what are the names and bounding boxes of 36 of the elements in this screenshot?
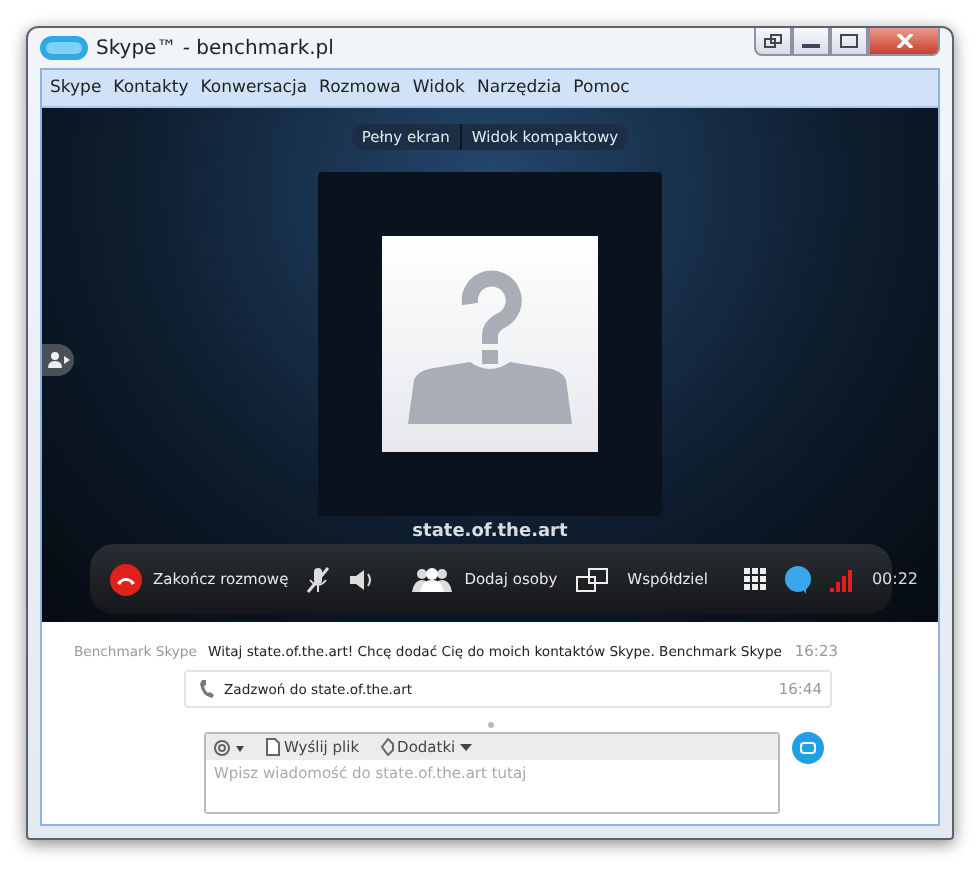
hang-up-icon bbox=[109, 563, 141, 595]
maximize-button[interactable] bbox=[830, 28, 868, 56]
caret-icon bbox=[459, 743, 472, 751]
contact-name: state.of.the.art bbox=[412, 522, 568, 544]
close-button[interactable] bbox=[868, 28, 940, 56]
minimize-button[interactable] bbox=[792, 28, 830, 56]
menu-item[interactable]: Narzędzia bbox=[476, 78, 562, 98]
emoticon-icon bbox=[214, 739, 246, 755]
signal-strength-icon bbox=[829, 567, 854, 591]
window-title: Skype™ - benchmark.pl bbox=[96, 37, 334, 59]
microphone-icon[interactable] bbox=[306, 565, 331, 593]
menu-item[interactable]: Pomoc bbox=[573, 78, 630, 98]
person-icon bbox=[47, 352, 69, 368]
menu-item[interactable]: Konwersacja bbox=[200, 78, 308, 98]
menu-item[interactable]: Rozmowa bbox=[319, 78, 401, 98]
close-icon bbox=[895, 34, 913, 48]
unknown-avatar-icon bbox=[382, 236, 598, 452]
dialpad-icon[interactable] bbox=[743, 568, 766, 590]
chat-bubble-icon[interactable] bbox=[783, 565, 812, 593]
compact-view-button[interactable] bbox=[754, 28, 792, 56]
phone-icon bbox=[200, 680, 214, 698]
people-icon bbox=[412, 567, 453, 591]
emoticon-button[interactable] bbox=[214, 739, 246, 755]
send-button[interactable] bbox=[792, 732, 824, 764]
menu-item[interactable]: Skype bbox=[50, 78, 102, 98]
menu-item[interactable]: Widok bbox=[412, 78, 465, 98]
contacts-toggle-button[interactable] bbox=[42, 344, 74, 376]
maximize-icon bbox=[840, 34, 858, 48]
chat-icon bbox=[800, 741, 816, 755]
windows-icon bbox=[764, 34, 782, 48]
skype-logo-icon bbox=[40, 36, 88, 60]
file-icon bbox=[266, 738, 280, 756]
menu-item[interactable]: Kontakty bbox=[113, 78, 189, 98]
call-duration: 00:22 bbox=[871, 570, 919, 588]
speaker-icon[interactable] bbox=[348, 567, 377, 591]
screens-icon bbox=[575, 567, 608, 591]
